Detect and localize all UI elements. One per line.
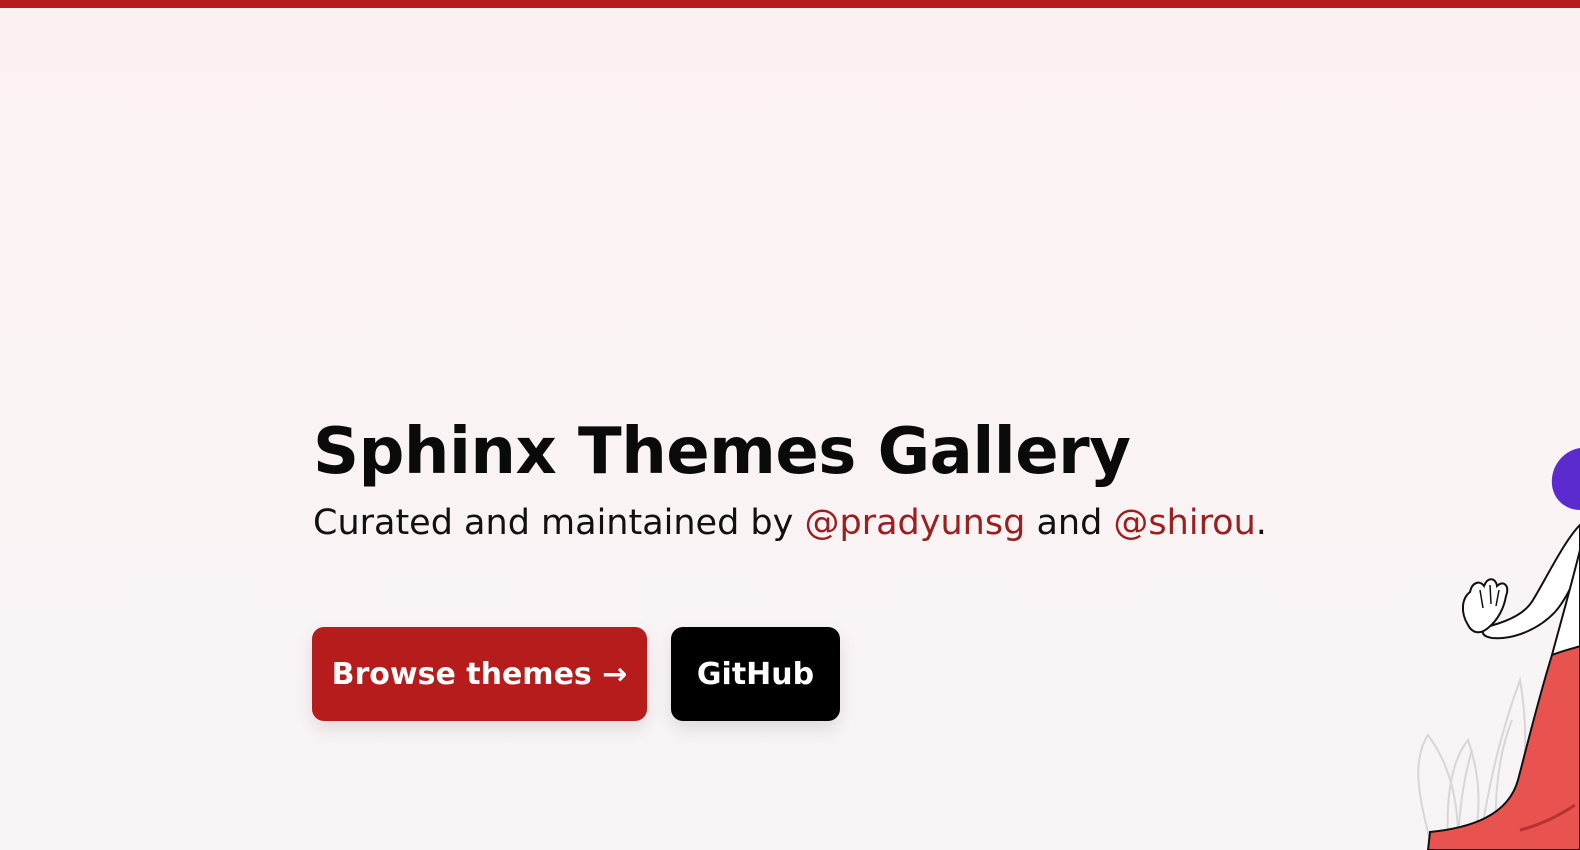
browse-themes-button[interactable]: Browse themes → bbox=[312, 627, 647, 721]
purple-hair-icon bbox=[1551, 448, 1580, 510]
subtitle-suffix: . bbox=[1255, 503, 1267, 543]
github-button[interactable]: GitHub bbox=[671, 627, 840, 721]
maintainer-link-pradyunsg[interactable]: @pradyunsg bbox=[805, 503, 1026, 543]
page-title: Sphinx Themes Gallery bbox=[313, 415, 1131, 489]
hero-section: Sphinx Themes Gallery Curated and mainta… bbox=[313, 408, 1413, 548]
hero-actions: Browse themes → GitHub bbox=[312, 627, 840, 721]
subtitle-conjunction: and bbox=[1025, 503, 1114, 543]
maintainer-link-shirou[interactable]: @shirou bbox=[1113, 503, 1255, 543]
subtitle-prefix: Curated and maintained by bbox=[313, 503, 805, 543]
hero-subtitle: Curated and maintained by @pradyunsg and… bbox=[313, 498, 1413, 548]
top-accent-bar bbox=[0, 0, 1580, 8]
waving-person-illustration bbox=[1417, 448, 1580, 850]
